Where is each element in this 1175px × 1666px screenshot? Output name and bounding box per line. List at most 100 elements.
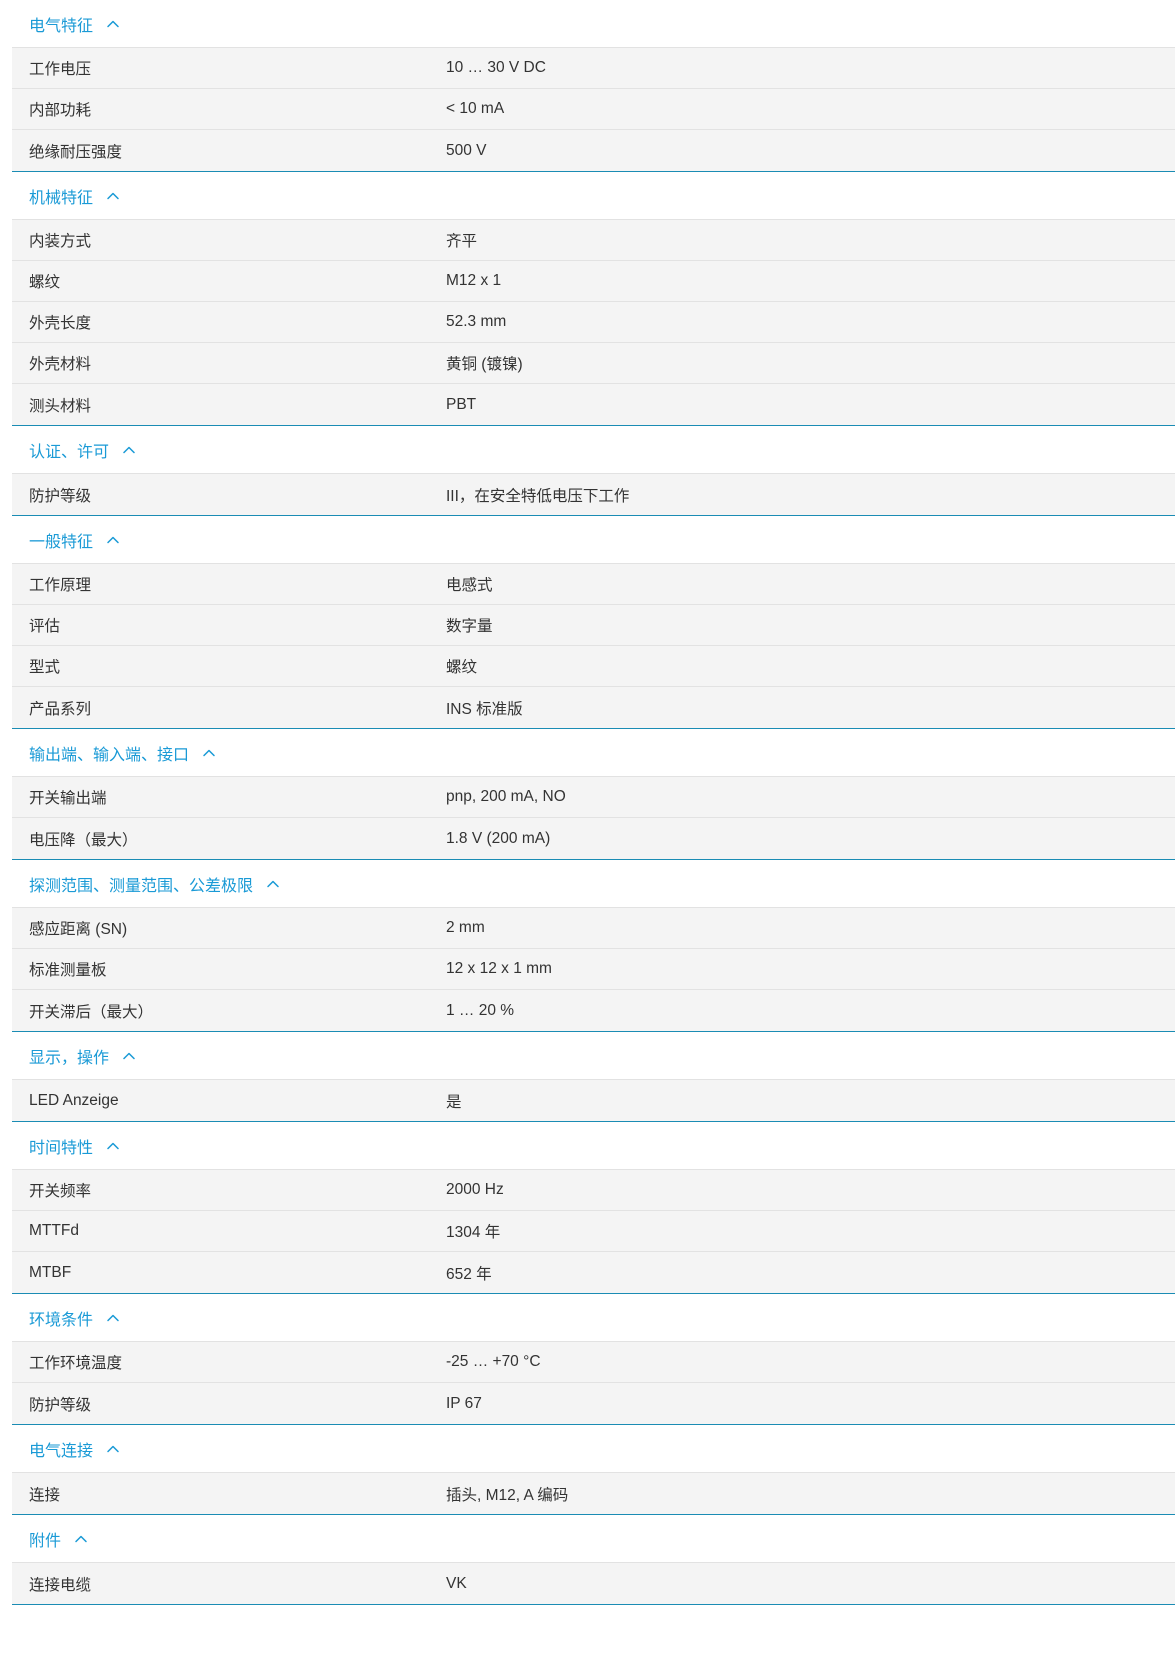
section-toggle[interactable]: 显示，操作 bbox=[12, 1032, 1175, 1080]
spec-label: 标准测量板 bbox=[29, 962, 107, 979]
spec-label: 绝缘耐压强度 bbox=[29, 143, 123, 161]
spec-value: 12 x 12 x 1 mm bbox=[446, 960, 552, 977]
spec-section: 机械特征 内装方式 齐平 螺纹 M12 x 1 外壳长度 52.3 mm 外壳材… bbox=[12, 172, 1175, 426]
section-title: 电气特征 bbox=[29, 17, 94, 35]
section-toggle[interactable]: 认证、许可 bbox=[12, 426, 1175, 474]
spec-value: < 10 mA bbox=[446, 100, 505, 117]
chevron-up-icon bbox=[121, 442, 137, 458]
spec-value: pnp, 200 mA, NO bbox=[446, 788, 566, 805]
spec-value: 是 bbox=[446, 1093, 462, 1111]
spec-row: 电压降（最大） 1.8 V (200 mA) bbox=[12, 818, 1175, 859]
spec-value: 1304 年 bbox=[446, 1224, 501, 1241]
spec-row: 连接电缆 VK bbox=[12, 1563, 1175, 1604]
section-toggle[interactable]: 输出端、输入端、接口 bbox=[12, 729, 1175, 777]
spec-row: 防护等级 III，在安全特低电压下工作 bbox=[12, 474, 1175, 515]
spec-row: MTTFd 1304 年 bbox=[12, 1211, 1175, 1252]
section-title: 认证、许可 bbox=[29, 443, 110, 461]
spec-label: 外壳材料 bbox=[29, 356, 92, 373]
spec-label: 外壳长度 bbox=[29, 315, 92, 332]
spec-value: IP 67 bbox=[446, 1394, 482, 1412]
spec-row: 内部功耗 < 10 mA bbox=[12, 89, 1175, 130]
spec-label: MTBF bbox=[29, 1263, 72, 1281]
spec-row: 感应距离 (SN) 2 mm bbox=[12, 908, 1175, 949]
spec-section: 电气特征 工作电压 10 … 30 V DC 内部功耗 < 10 mA 绝缘耐压… bbox=[12, 0, 1175, 172]
spec-label: 测头材料 bbox=[29, 397, 92, 415]
spec-label: 开关输出端 bbox=[29, 790, 107, 807]
section-title: 时间特性 bbox=[29, 1139, 94, 1157]
section-title: 一般特征 bbox=[29, 533, 94, 551]
section-title: 探测范围、测量范围、公差极限 bbox=[29, 877, 254, 895]
chevron-up-icon bbox=[201, 745, 217, 761]
spec-section: 探测范围、测量范围、公差极限 感应距离 (SN) 2 mm 标准测量板 12 x… bbox=[12, 860, 1175, 1032]
spec-value: 齐平 bbox=[446, 233, 478, 250]
section-title: 附件 bbox=[29, 1532, 62, 1550]
chevron-up-icon bbox=[105, 1310, 121, 1326]
spec-label: 电压降（最大） bbox=[29, 831, 138, 849]
section-toggle[interactable]: 电气特征 bbox=[12, 0, 1175, 48]
spec-label: MTTFd bbox=[29, 1222, 79, 1239]
chevron-up-icon bbox=[105, 16, 121, 32]
spec-value: III，在安全特低电压下工作 bbox=[446, 487, 630, 505]
spec-value: 黄铜 (镀镍) bbox=[446, 356, 523, 373]
spec-label: 型式 bbox=[29, 659, 61, 676]
spec-value: 1.8 V (200 mA) bbox=[446, 829, 551, 847]
spec-label: 评估 bbox=[29, 618, 61, 635]
section-toggle[interactable]: 探测范围、测量范围、公差极限 bbox=[12, 860, 1175, 908]
spec-label: 防护等级 bbox=[29, 1396, 92, 1414]
section-title: 机械特征 bbox=[29, 189, 94, 207]
section-toggle[interactable]: 时间特性 bbox=[12, 1122, 1175, 1170]
spec-label: 连接电缆 bbox=[29, 1576, 92, 1594]
chevron-up-icon bbox=[265, 876, 281, 892]
section-rows: 感应距离 (SN) 2 mm 标准测量板 12 x 12 x 1 mm 开关滞后… bbox=[12, 908, 1175, 1031]
spec-sections: 电气特征 工作电压 10 … 30 V DC 内部功耗 < 10 mA 绝缘耐压… bbox=[12, 0, 1175, 1605]
spec-section: 认证、许可 防护等级 III，在安全特低电压下工作 bbox=[12, 426, 1175, 516]
section-rows: 内装方式 齐平 螺纹 M12 x 1 外壳长度 52.3 mm 外壳材料 黄铜 … bbox=[12, 220, 1175, 425]
chevron-up-icon bbox=[105, 1441, 121, 1457]
spec-row: 绝缘耐压强度 500 V bbox=[12, 130, 1175, 171]
spec-row: 内装方式 齐平 bbox=[12, 220, 1175, 261]
section-toggle[interactable]: 一般特征 bbox=[12, 516, 1175, 564]
spec-value: INS 标准版 bbox=[446, 700, 523, 718]
spec-row: 防护等级 IP 67 bbox=[12, 1383, 1175, 1424]
spec-row: 工作原理 电感式 bbox=[12, 564, 1175, 605]
spec-label: 工作电压 bbox=[29, 61, 92, 78]
spec-section: 时间特性 开关频率 2000 Hz MTTFd 1304 年 MTBF 652 … bbox=[12, 1122, 1175, 1294]
spec-label: 工作环境温度 bbox=[29, 1355, 123, 1372]
spec-section: 显示，操作 LED Anzeige 是 bbox=[12, 1032, 1175, 1122]
section-rows: 开关频率 2000 Hz MTTFd 1304 年 MTBF 652 年 bbox=[12, 1170, 1175, 1293]
spec-row: LED Anzeige 是 bbox=[12, 1080, 1175, 1121]
spec-value: PBT bbox=[446, 395, 477, 413]
section-title: 输出端、输入端、接口 bbox=[29, 746, 190, 764]
spec-label: LED Anzeige bbox=[29, 1091, 119, 1109]
section-toggle[interactable]: 环境条件 bbox=[12, 1294, 1175, 1342]
spec-label: 工作原理 bbox=[29, 577, 92, 594]
spec-row: 产品系列 INS 标准版 bbox=[12, 687, 1175, 728]
spec-value: 10 … 30 V DC bbox=[446, 59, 546, 76]
spec-label: 内部功耗 bbox=[29, 102, 92, 119]
spec-row: 标准测量板 12 x 12 x 1 mm bbox=[12, 949, 1175, 990]
chevron-up-icon bbox=[105, 532, 121, 548]
spec-row: 工作环境温度 -25 … +70 °C bbox=[12, 1342, 1175, 1383]
spec-value: 52.3 mm bbox=[446, 313, 507, 330]
section-toggle[interactable]: 附件 bbox=[12, 1515, 1175, 1563]
spec-value: 数字量 bbox=[446, 618, 493, 635]
spec-value: -25 … +70 °C bbox=[446, 1353, 541, 1370]
spec-section: 输出端、输入端、接口 开关输出端 pnp, 200 mA, NO 电压降（最大）… bbox=[12, 729, 1175, 860]
chevron-up-icon bbox=[73, 1531, 89, 1547]
spec-section: 附件 连接电缆 VK bbox=[12, 1515, 1175, 1605]
section-toggle[interactable]: 机械特征 bbox=[12, 172, 1175, 220]
section-rows: 工作环境温度 -25 … +70 °C 防护等级 IP 67 bbox=[12, 1342, 1175, 1424]
spec-section: 一般特征 工作原理 电感式 评估 数字量 型式 螺纹 产品系列 INS 标准版 bbox=[12, 516, 1175, 729]
spec-value: VK bbox=[446, 1574, 467, 1592]
spec-value: M12 x 1 bbox=[446, 272, 502, 289]
spec-value: 电感式 bbox=[446, 577, 493, 594]
spec-section: 电气连接 连接 插头, M12, A 编码 bbox=[12, 1425, 1175, 1515]
spec-label: 连接 bbox=[29, 1486, 61, 1504]
spec-row: 连接 插头, M12, A 编码 bbox=[12, 1473, 1175, 1514]
spec-row: 开关频率 2000 Hz bbox=[12, 1170, 1175, 1211]
spec-value: 2 mm bbox=[446, 919, 485, 936]
spec-label: 产品系列 bbox=[29, 700, 92, 718]
chevron-up-icon bbox=[105, 1138, 121, 1154]
section-toggle[interactable]: 电气连接 bbox=[12, 1425, 1175, 1473]
section-title: 显示，操作 bbox=[29, 1049, 110, 1067]
